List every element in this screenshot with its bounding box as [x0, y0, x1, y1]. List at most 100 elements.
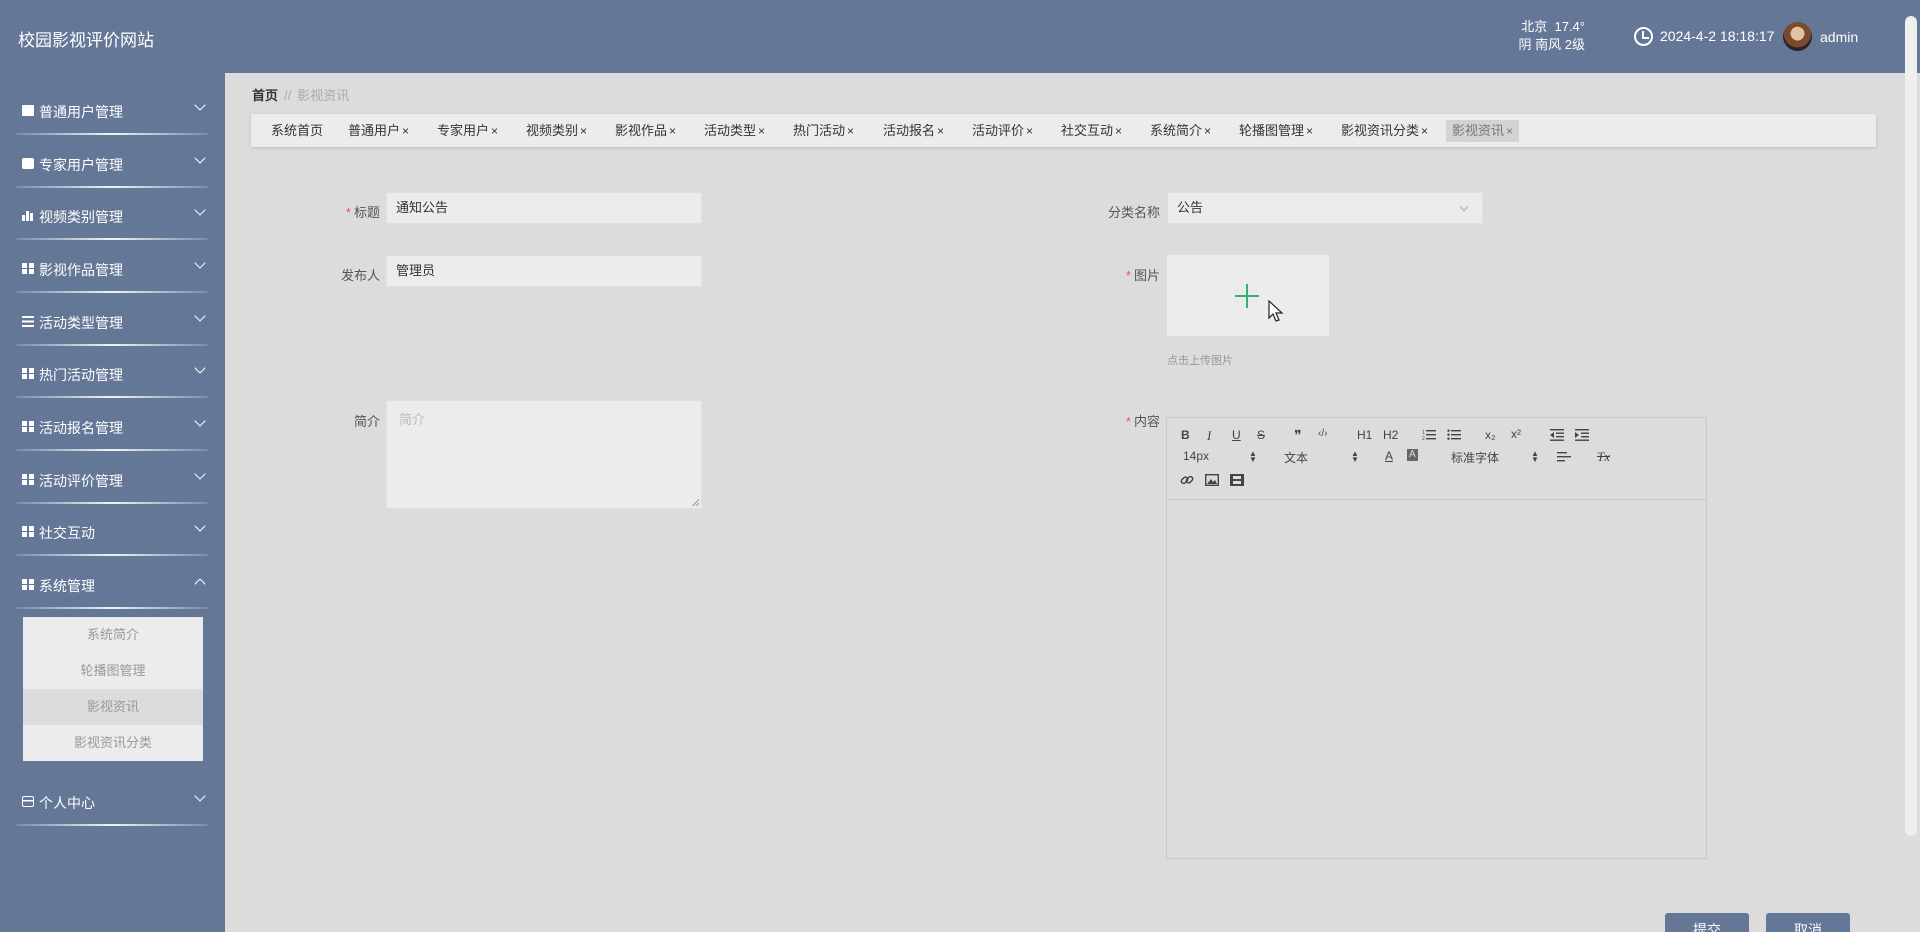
close-icon[interactable]: × — [1306, 124, 1313, 138]
resize-handle-icon[interactable] — [692, 499, 699, 506]
tab-system-intro[interactable]: 系统简介 × — [1150, 120, 1211, 142]
tab-label: 普通用户 — [348, 123, 401, 138]
summary-textarea[interactable]: 简介 — [386, 400, 702, 509]
italic-icon[interactable]: I — [1207, 428, 1211, 444]
plus-icon — [1235, 284, 1259, 308]
close-icon[interactable]: × — [847, 124, 854, 138]
tab-home[interactable]: 系统首页 — [271, 120, 323, 142]
tab-regular-users[interactable]: 普通用户 × — [348, 120, 409, 142]
sidebar-item-social[interactable]: 社交互动 — [0, 504, 225, 556]
sidebar-item-personal-center[interactable]: 个人中心 — [0, 774, 225, 826]
tab-activity-types[interactable]: 活动类型 × — [704, 120, 765, 142]
submenu-item-film-news[interactable]: 影视资讯 — [23, 689, 203, 725]
ordered-list-icon[interactable]: 1 2 — [1422, 429, 1436, 441]
user-name[interactable]: admin — [1820, 29, 1858, 45]
close-icon[interactable]: × — [1115, 124, 1122, 138]
sidebar-item-video-categories[interactable]: 视频类别管理 — [0, 188, 225, 240]
label-text: 图片 — [1133, 268, 1160, 283]
chevron-down-icon — [194, 468, 206, 480]
close-icon[interactable]: × — [1026, 124, 1033, 138]
app-title: 校园影视评价网站 — [18, 31, 154, 50]
underline-icon[interactable]: U — [1232, 428, 1241, 442]
tab-news-category[interactable]: 影视资讯分类 × — [1341, 120, 1428, 142]
background-color-icon[interactable]: A — [1407, 449, 1418, 461]
video-icon[interactable] — [1230, 474, 1244, 486]
submenu-item-system-intro[interactable]: 系统简介 — [23, 617, 203, 653]
indent-icon[interactable] — [1575, 429, 1589, 441]
tab-expert-users[interactable]: 专家用户 × — [437, 120, 498, 142]
close-icon[interactable]: × — [580, 124, 587, 138]
grid-icon — [22, 263, 34, 274]
menu-divider — [16, 396, 208, 398]
text-style-select[interactable]: 文本 ▲ ▼ — [1284, 449, 1359, 466]
tab-label: 活动报名 — [883, 123, 936, 138]
subscript-icon[interactable]: x₂ — [1485, 428, 1496, 442]
weather-description: 阴 南风 2级 — [1518, 37, 1585, 52]
tab-carousel[interactable]: 轮播图管理 × — [1239, 120, 1313, 142]
code-block-icon[interactable]: ‹/› — [1318, 428, 1327, 439]
align-left-icon[interactable] — [1557, 452, 1571, 464]
image-field-label: * 图片 — [1080, 265, 1160, 284]
chevron-down-icon — [194, 520, 206, 532]
label-text: 标题 — [353, 205, 380, 220]
tab-activity-signups[interactable]: 活动报名 × — [883, 120, 944, 142]
submenu-item-news-category[interactable]: 影视资讯分类 — [23, 725, 203, 761]
font-size-select[interactable]: 14px ▲ ▼ — [1183, 449, 1257, 464]
tab-film-news[interactable]: 影视资讯 × — [1446, 120, 1520, 142]
sidebar-item-film-works[interactable]: 影视作品管理 — [0, 241, 225, 293]
superscript-icon[interactable]: x² — [1511, 427, 1521, 441]
heading-1-icon[interactable]: H1 — [1357, 428, 1372, 442]
label-text: 内容 — [1133, 414, 1160, 429]
sidebar-item-activity-reviews[interactable]: 活动评价管理 — [0, 452, 225, 504]
grid-icon — [22, 368, 34, 379]
sidebar-item-label: 系统管理 — [39, 578, 95, 594]
outdent-icon[interactable] — [1550, 429, 1564, 441]
editor-content-area[interactable] — [1167, 500, 1706, 858]
bullet-list-icon[interactable] — [1447, 429, 1461, 441]
chevron-down-icon — [194, 204, 206, 216]
page-scrollbar[interactable] — [1905, 16, 1917, 836]
bold-icon[interactable]: B — [1181, 428, 1190, 442]
tab-video-categories[interactable]: 视频类别 × — [526, 120, 587, 142]
close-icon[interactable]: × — [937, 124, 944, 138]
blockquote-icon[interactable]: ❞ — [1294, 427, 1302, 444]
tab-activity-reviews[interactable]: 活动评价 × — [972, 120, 1033, 142]
title-input[interactable]: 通知公告 — [386, 192, 702, 224]
sidebar-item-activity-signups[interactable]: 活动报名管理 — [0, 399, 225, 451]
close-icon[interactable]: × — [1421, 124, 1428, 138]
clear-format-icon[interactable]: Tx — [1597, 449, 1610, 465]
summary-placeholder: 简介 — [399, 412, 426, 427]
sidebar-item-regular-users[interactable]: 普通用户管理 — [0, 83, 225, 135]
link-icon[interactable] — [1180, 473, 1194, 487]
select-arrows-icon: ▲ ▼ — [1249, 449, 1257, 464]
close-icon[interactable]: × — [1204, 124, 1211, 138]
tab-hot-activities[interactable]: 热门活动 × — [793, 120, 854, 142]
submit-button[interactable]: 提交 — [1665, 913, 1749, 932]
sidebar-item-expert-users[interactable]: 专家用户管理 — [0, 136, 225, 188]
current-datetime: 2024-4-2 18:18:17 — [1660, 28, 1775, 44]
breadcrumb-home[interactable]: 首页 — [252, 88, 278, 103]
close-icon[interactable]: × — [758, 124, 765, 138]
content-field-label: * 内容 — [1080, 411, 1160, 430]
image-upload-box[interactable] — [1167, 255, 1329, 336]
sidebar-item-activity-types[interactable]: 活动类型管理 — [0, 294, 225, 346]
category-select[interactable]: 公告 — [1167, 192, 1483, 224]
publisher-input[interactable]: 管理员 — [386, 255, 702, 287]
sidebar-item-system[interactable]: 系统管理 — [0, 557, 225, 609]
sidebar-item-hot-activities[interactable]: 热门活动管理 — [0, 346, 225, 398]
close-icon[interactable]: × — [669, 124, 676, 138]
tab-film-works[interactable]: 影视作品 × — [615, 120, 676, 142]
image-icon[interactable] — [1205, 474, 1219, 486]
strikethrough-icon[interactable]: S — [1257, 428, 1265, 442]
submenu-item-carousel[interactable]: 轮播图管理 — [23, 653, 203, 689]
close-icon[interactable]: × — [402, 124, 409, 138]
cancel-button[interactable]: 取消 — [1766, 913, 1850, 932]
tab-social[interactable]: 社交互动 × — [1061, 120, 1122, 142]
text-color-icon[interactable]: A — [1385, 449, 1393, 463]
close-icon[interactable]: × — [491, 124, 498, 138]
heading-2-icon[interactable]: H2 — [1383, 428, 1398, 442]
close-icon[interactable]: × — [1506, 124, 1513, 138]
user-avatar[interactable] — [1783, 22, 1812, 51]
menu-divider — [16, 238, 208, 240]
font-family-select[interactable]: 标准字体 ▲ ▼ — [1451, 449, 1539, 466]
